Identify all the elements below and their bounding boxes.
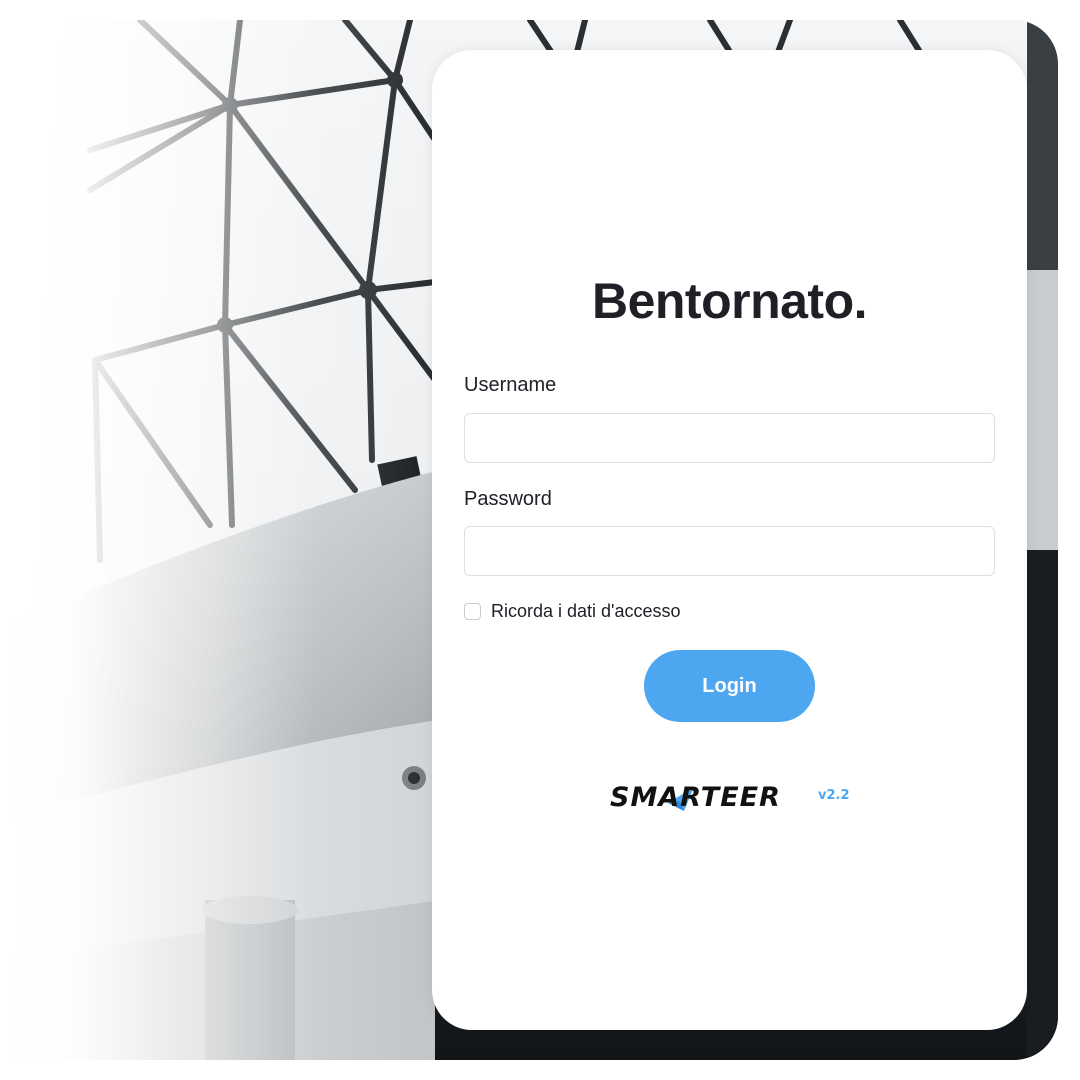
login-card: Bentornato. Username Password Ricorda i … xyxy=(432,50,1027,1030)
remember-me[interactable]: Ricorda i dati d'accesso xyxy=(464,601,681,622)
password-input[interactable] xyxy=(464,526,995,576)
login-button[interactable]: Login xyxy=(644,650,815,722)
remember-label: Ricorda i dati d'accesso xyxy=(491,601,681,621)
username-label: Username xyxy=(464,374,557,396)
username-input[interactable] xyxy=(464,413,995,463)
smarteer-logo: SMARTEER v2.2 xyxy=(610,782,850,818)
password-label: Password xyxy=(464,488,552,510)
remember-checkbox[interactable] xyxy=(464,603,481,620)
logo-text: SMARTEER xyxy=(610,782,781,813)
page-title: Bentornato. xyxy=(591,273,868,329)
version-badge: v2.2 xyxy=(818,788,850,803)
